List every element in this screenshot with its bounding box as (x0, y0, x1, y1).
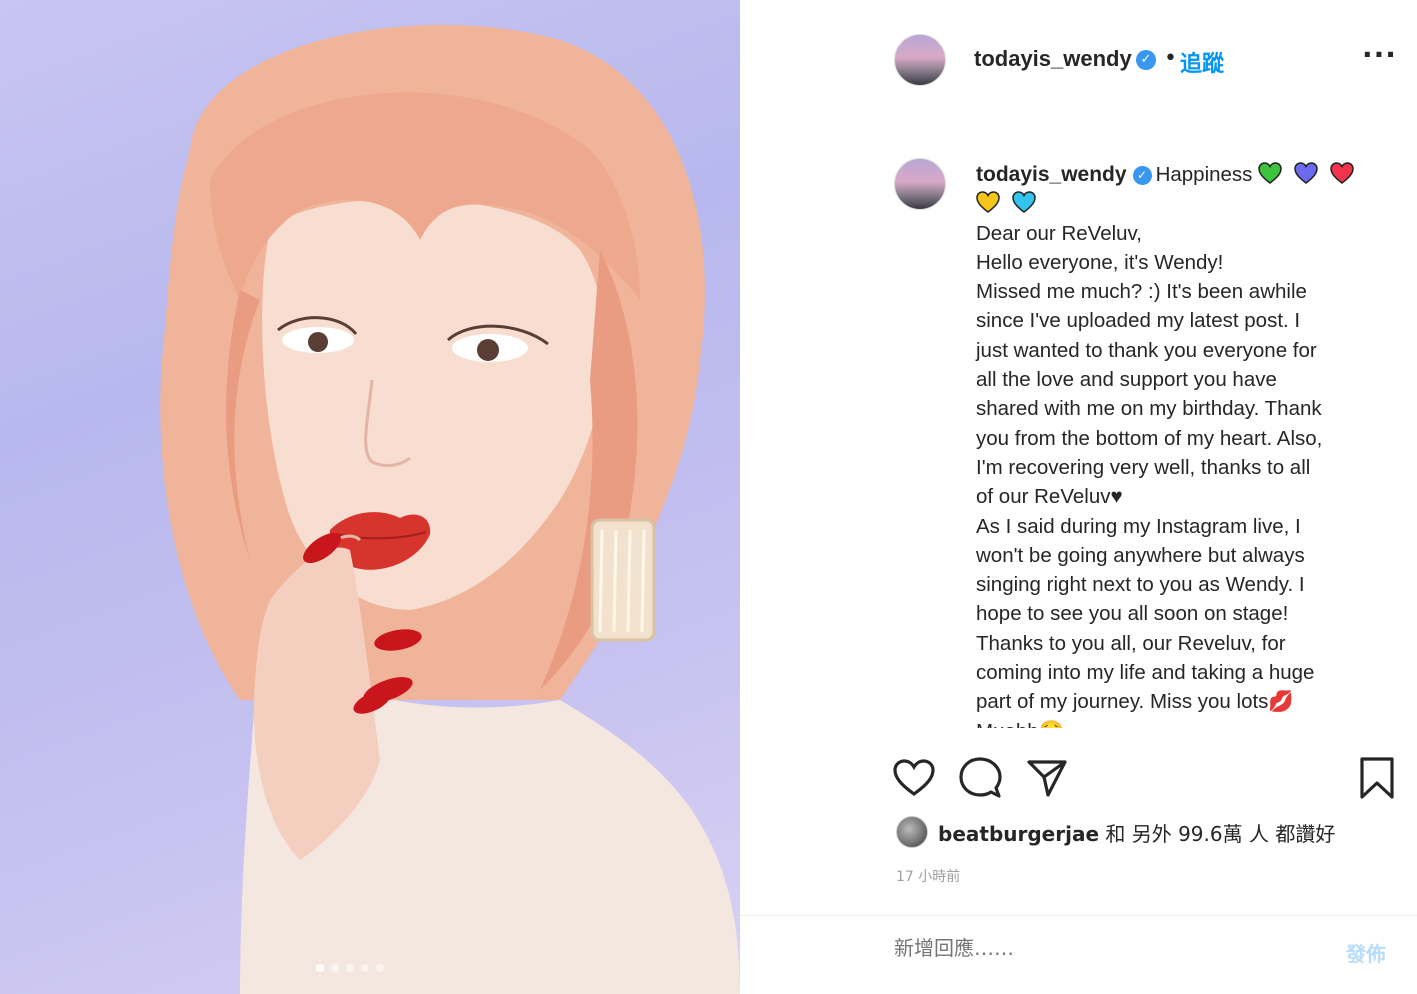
red-heart-icon (1329, 162, 1354, 184)
caption-line: Thanks to you all, our Reveluv, for (976, 631, 1286, 655)
caption-hearts-line (976, 189, 1386, 218)
carousel-dot[interactable] (361, 964, 369, 972)
follow-button[interactable]: 追蹤 (1180, 46, 1224, 78)
carousel-dot[interactable] (376, 964, 384, 972)
comment-bar: 發佈 (740, 915, 1417, 994)
separator-dot: • (1164, 46, 1177, 71)
caption-first-text: Happiness (1155, 163, 1253, 186)
caption-line: since I've uploaded my latest post. I (976, 309, 1301, 333)
post-image[interactable] (0, 0, 740, 994)
caption-text: todayis_wendy ✓ Happiness Dear our ReVeluv… (976, 160, 1386, 728)
share-icon[interactable] (1026, 758, 1068, 798)
post-sidebar: todayis_wendy ✓ • 追蹤 ··· todayis_wendy ✓ H… (740, 0, 1417, 994)
caption-line: shared with me on my birthday. Thank (976, 397, 1322, 421)
carousel-dot[interactable] (331, 964, 339, 972)
caption-line: all the love and support you have (976, 368, 1277, 392)
caption-first-line: todayis_wendy ✓ Happiness (976, 160, 1386, 189)
likes-rest[interactable]: 和 另外 99.6萬 人 都讚好 (1099, 822, 1335, 846)
timestamp[interactable]: 17 小時前 (896, 866, 960, 886)
caption-line: just wanted to thank you everyone for (976, 338, 1317, 362)
post-header: todayis_wendy ✓ • 追蹤 ··· (740, 0, 1417, 118)
purple-heart-icon (1294, 162, 1318, 184)
caption-line: singing right next to you as Wendy. I (976, 573, 1305, 597)
caption-avatar[interactable] (894, 158, 946, 210)
action-bar (740, 752, 1417, 808)
green-heart-icon (1258, 162, 1282, 184)
portrait-illustration (160, 24, 740, 994)
yellow-heart-icon (976, 191, 1000, 214)
caption-line: Dear our ReVeluv, (976, 221, 1142, 245)
caption-line: As I said during my Instagram live, I (976, 514, 1301, 538)
caption-line: Muahh🥺 (976, 717, 1386, 728)
caption-line: Missed me much? :) It's been awhile (976, 280, 1307, 304)
heart-icon[interactable] (892, 758, 936, 798)
liker-avatar[interactable] (896, 816, 928, 848)
caption-line: hope to see you all soon on stage! (976, 602, 1289, 626)
liker-username[interactable]: beatburgerjae (938, 822, 1099, 846)
more-options-icon[interactable]: ··· (1362, 38, 1397, 71)
verified-badge-icon: ✓ (1132, 166, 1152, 186)
carousel-dot[interactable] (346, 964, 354, 972)
likes-row: beatburgerjae 和 另外 99.6萬 人 都讚好 (896, 812, 1335, 852)
caption-line: of our ReVeluv♥ (976, 485, 1123, 509)
caption-line: coming into my life and taking a huge (976, 661, 1315, 685)
post-comment-button[interactable]: 發佈 (1346, 938, 1386, 967)
likes-text: beatburgerjae 和 另外 99.6萬 人 都讚好 (938, 818, 1335, 847)
caption-line: part of my journey. Miss you lots💋 (976, 690, 1294, 714)
verified-badge-icon: ✓ (1136, 50, 1156, 70)
carousel-dot[interactable] (316, 964, 324, 972)
caption-line: won't be going anywhere but always (976, 543, 1305, 567)
caption-line: you from the bottom of my heart. Also, (976, 426, 1323, 450)
blue-heart-icon (1011, 191, 1036, 214)
bookmark-icon[interactable] (1358, 756, 1396, 800)
caption-line: Hello everyone, it's Wendy! (976, 250, 1224, 274)
header-username[interactable]: todayis_wendy (974, 46, 1132, 72)
comment-icon[interactable] (958, 756, 1002, 800)
caption-line: I'm recovering very well, thanks to all (976, 455, 1311, 479)
caption-username[interactable]: todayis_wendy (976, 163, 1127, 186)
carousel-dots (0, 964, 740, 972)
comment-input[interactable] (894, 936, 1143, 960)
caption: todayis_wendy ✓ Happiness Dear our ReVeluv… (740, 150, 1417, 728)
avatar[interactable] (894, 34, 946, 86)
